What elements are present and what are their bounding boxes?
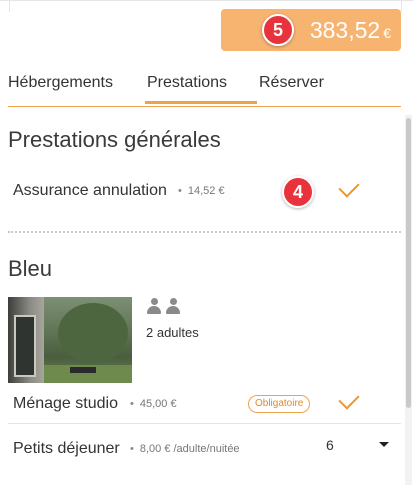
service-price-breakfast: • 8,00 € /adulte/nuitée [130, 443, 240, 455]
step-number-badge: 4 [282, 176, 314, 208]
section-title-room: Bleu [8, 256, 53, 281]
column-divider [401, 0, 402, 12]
service-label-insurance: Assurance annulation [13, 182, 167, 199]
check-icon[interactable] [338, 388, 360, 410]
mandatory-badge: Obligatoire [248, 395, 311, 413]
active-tab-indicator [145, 101, 257, 104]
step-number-badge: 5 [262, 14, 294, 46]
tab-hebergements[interactable]: Hébergements [8, 74, 113, 92]
room-photo [8, 297, 132, 383]
service-label-cleaning: Ménage studio [13, 395, 118, 412]
row-divider [8, 423, 401, 424]
column-divider [9, 0, 10, 12]
total-price: 383,52 € [309, 17, 391, 43]
tab-bar: Hébergements Prestations Réserver [8, 70, 401, 107]
tab-reserver[interactable]: Réserver [259, 74, 324, 92]
section-title-general: Prestations générales [8, 127, 221, 152]
adults-icon [147, 298, 187, 314]
check-icon[interactable] [338, 176, 360, 198]
tab-prestations[interactable]: Prestations [147, 74, 227, 92]
service-price-cleaning: • 45,00 € [130, 398, 177, 410]
quantity-select[interactable]: 6 [326, 437, 334, 453]
total-price-badge[interactable]: 383,52 € [221, 9, 401, 51]
service-price-insurance: • 14,52 € [178, 185, 225, 197]
top-border [0, 0, 413, 1]
guest-count: 2 adultes [146, 325, 199, 340]
service-label-breakfast: Petits déjeuner [13, 440, 120, 457]
chevron-down-icon[interactable] [379, 442, 389, 447]
scrollbar-thumb[interactable] [406, 118, 411, 408]
section-divider [8, 231, 401, 233]
